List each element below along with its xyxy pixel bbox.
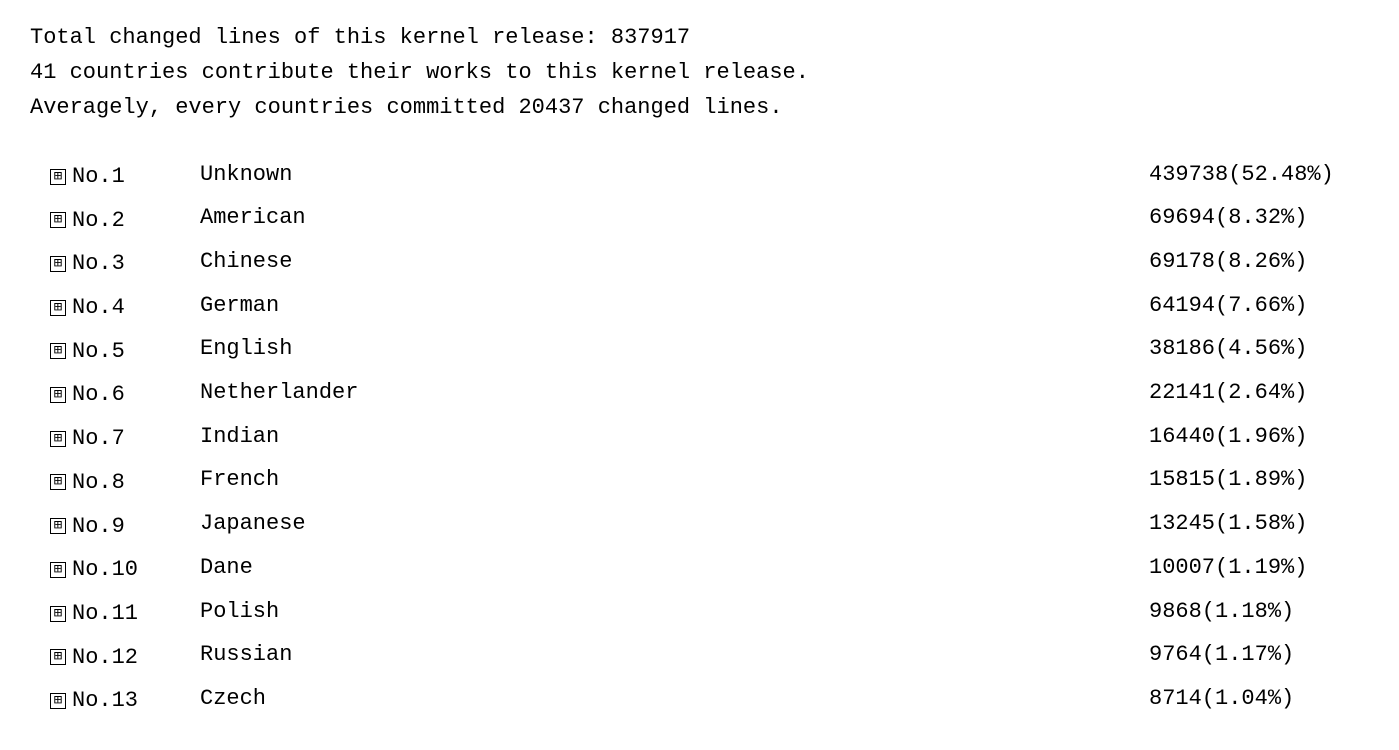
rank-col: ⊞ No.2 (50, 202, 180, 239)
rank-label: No.7 (72, 420, 125, 457)
entry-value: 10007(1.19%) (1149, 549, 1369, 586)
table-row: ⊞ No.9 Japanese 13245(1.58%) (30, 505, 1369, 545)
table-row: ⊞ No.6 Netherlander 22141(2.64%) (30, 374, 1369, 414)
rank-label: No.12 (72, 639, 138, 676)
entry-value: 64194(7.66%) (1149, 287, 1369, 324)
rank-col: ⊞ No.4 (50, 289, 180, 326)
expand-icon[interactable]: ⊞ (50, 169, 66, 185)
rank-col: ⊞ No.1 (50, 158, 180, 195)
country-name: Unknown (200, 156, 480, 193)
entry-value: 15815(1.89%) (1149, 461, 1369, 498)
rank-label: No.8 (72, 464, 125, 501)
entry-value: 38186(4.56%) (1149, 330, 1369, 367)
rank-label: No.4 (72, 289, 125, 326)
entry-value: 439738(52.48%) (1149, 156, 1369, 193)
rank-label: No.1 (72, 158, 125, 195)
country-name: Japanese (200, 505, 480, 542)
entry-value: 16440(1.96%) (1149, 418, 1369, 455)
country-name: English (200, 330, 480, 367)
rank-label: No.10 (72, 551, 138, 588)
country-name: American (200, 199, 480, 236)
summary-line3: Averagely, every countries committed 204… (30, 90, 1369, 125)
table-row: ⊞ No.10 Dane 10007(1.19%) (30, 549, 1369, 589)
country-name: Russian (200, 636, 480, 673)
rank-label: No.6 (72, 376, 125, 413)
entry-value: 9764(1.17%) (1149, 636, 1369, 673)
rank-col: ⊞ No.11 (50, 595, 180, 632)
table-row: ⊞ No.3 Chinese 69178(8.26%) (30, 243, 1369, 283)
rank-col: ⊞ No.5 (50, 333, 180, 370)
expand-icon[interactable]: ⊞ (50, 693, 66, 709)
expand-icon[interactable]: ⊞ (50, 474, 66, 490)
table-row: ⊞ No.11 Polish 9868(1.18%) (30, 593, 1369, 633)
expand-icon[interactable]: ⊞ (50, 431, 66, 447)
expand-icon[interactable]: ⊞ (50, 606, 66, 622)
expand-icon[interactable]: ⊞ (50, 343, 66, 359)
expand-icon[interactable]: ⊞ (50, 562, 66, 578)
table-row: ⊞ No.12 Russian 9764(1.17%) (30, 636, 1369, 676)
rank-col: ⊞ No.9 (50, 508, 180, 545)
country-name: German (200, 287, 480, 324)
expand-icon[interactable]: ⊞ (50, 649, 66, 665)
table-row: ⊞ No.2 American 69694(8.32%) (30, 199, 1369, 239)
country-name: Chinese (200, 243, 480, 280)
rank-label: No.9 (72, 508, 125, 545)
rank-col: ⊞ No.8 (50, 464, 180, 501)
table-row: ⊞ No.7 Indian 16440(1.96%) (30, 418, 1369, 458)
country-name: Indian (200, 418, 480, 455)
country-name: Polish (200, 593, 480, 630)
entry-value: 69178(8.26%) (1149, 243, 1369, 280)
entries-list: ⊞ No.1 Unknown 439738(52.48%) ⊞ No.2 Ame… (30, 156, 1369, 720)
rank-col: ⊞ No.3 (50, 245, 180, 282)
country-name: French (200, 461, 480, 498)
entry-value: 69694(8.32%) (1149, 199, 1369, 236)
table-row: ⊞ No.13 Czech 8714(1.04%) (30, 680, 1369, 720)
country-name: Czech (200, 680, 480, 717)
expand-icon[interactable]: ⊞ (50, 518, 66, 534)
table-row: ⊞ No.5 English 38186(4.56%) (30, 330, 1369, 370)
rank-col: ⊞ No.12 (50, 639, 180, 676)
country-name: Dane (200, 549, 480, 586)
expand-icon[interactable]: ⊞ (50, 256, 66, 272)
rank-label: No.11 (72, 595, 138, 632)
rank-col: ⊞ No.13 (50, 682, 180, 719)
rank-col: ⊞ No.7 (50, 420, 180, 457)
rank-label: No.2 (72, 202, 125, 239)
entry-value: 9868(1.18%) (1149, 593, 1369, 630)
summary-line1: Total changed lines of this kernel relea… (30, 20, 1369, 55)
rank-label: No.5 (72, 333, 125, 370)
table-row: ⊞ No.8 French 15815(1.89%) (30, 461, 1369, 501)
entry-value: 13245(1.58%) (1149, 505, 1369, 542)
summary-line2: 41 countries contribute their works to t… (30, 55, 1369, 90)
table-row: ⊞ No.4 German 64194(7.66%) (30, 287, 1369, 327)
expand-icon[interactable]: ⊞ (50, 212, 66, 228)
rank-col: ⊞ No.10 (50, 551, 180, 588)
country-name: Netherlander (200, 374, 480, 411)
summary-section: Total changed lines of this kernel relea… (30, 20, 1369, 126)
table-row: ⊞ No.1 Unknown 439738(52.48%) (30, 156, 1369, 196)
rank-label: No.3 (72, 245, 125, 282)
entry-value: 8714(1.04%) (1149, 680, 1369, 717)
expand-icon[interactable]: ⊞ (50, 387, 66, 403)
expand-icon[interactable]: ⊞ (50, 300, 66, 316)
rank-label: No.13 (72, 682, 138, 719)
rank-col: ⊞ No.6 (50, 376, 180, 413)
entry-value: 22141(2.64%) (1149, 374, 1369, 411)
